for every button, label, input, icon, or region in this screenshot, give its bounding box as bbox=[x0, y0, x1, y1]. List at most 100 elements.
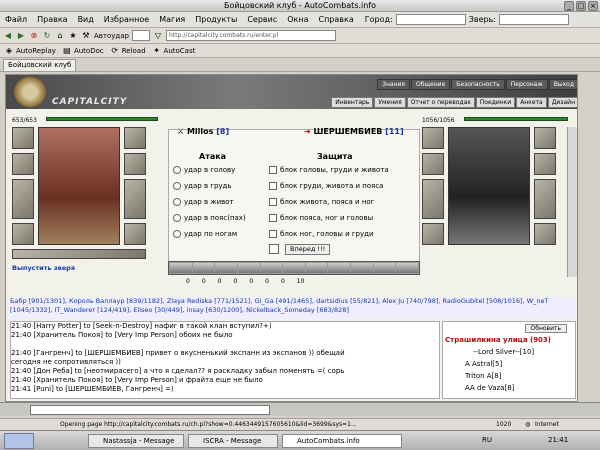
nav-profile[interactable]: Анкета bbox=[516, 97, 547, 108]
checkbox-icon[interactable] bbox=[269, 214, 277, 222]
reload-button[interactable]: ⟳ Reload bbox=[110, 46, 145, 56]
nav-skills[interactable]: Умения bbox=[374, 97, 406, 108]
autoudar-label[interactable]: Автоудар bbox=[94, 32, 129, 40]
defense-option[interactable]: блок груди, живота и пояса bbox=[269, 182, 383, 190]
chat-text[interactable]: [Дон Реба] to [неотмирасего] а что я сде… bbox=[33, 367, 344, 375]
checkbox-icon[interactable] bbox=[269, 230, 277, 238]
spell-slot[interactable] bbox=[237, 263, 260, 273]
radio-icon[interactable] bbox=[173, 198, 181, 206]
menu-file[interactable]: Файл bbox=[0, 15, 32, 24]
nav-inventory[interactable]: Инвентарь bbox=[331, 97, 374, 108]
defense-option[interactable]: блок пояса, ног и головы bbox=[269, 214, 373, 222]
helmet-slot[interactable] bbox=[422, 127, 444, 149]
nav-character[interactable]: Персонаж bbox=[505, 79, 548, 90]
radio-icon[interactable] bbox=[173, 230, 181, 238]
autodoc-button[interactable]: ▤ AutoDoc bbox=[62, 46, 104, 56]
refresh-icon[interactable]: ↻ bbox=[42, 31, 52, 41]
nav-transfers[interactable]: Отчет о переводах bbox=[406, 97, 475, 108]
spell-slot[interactable] bbox=[396, 263, 419, 273]
chat-text[interactable]: сегодня не сопротивляться )) bbox=[11, 358, 121, 366]
autoudar-select[interactable] bbox=[132, 30, 150, 41]
attack-option[interactable]: удар в голову bbox=[173, 166, 235, 174]
filter-icon[interactable]: ▽ bbox=[153, 31, 163, 41]
close-icon[interactable]: × bbox=[588, 1, 598, 11]
stop-icon[interactable]: ⊗ bbox=[29, 31, 39, 41]
forward-button[interactable]: Вперед !!! bbox=[285, 244, 331, 255]
checkbox-icon[interactable] bbox=[269, 198, 277, 206]
nav-chat[interactable]: Общение bbox=[410, 79, 451, 90]
task-nastassja[interactable]: Nastassja - Message bbox=[88, 434, 184, 448]
menu-view[interactable]: Вид bbox=[73, 15, 99, 24]
spell-slot[interactable] bbox=[170, 263, 192, 273]
right-fighter-name[interactable]: ШЕРШЕМБИЕВ bbox=[314, 127, 383, 136]
radio-icon[interactable] bbox=[173, 214, 181, 222]
weapon-slot[interactable] bbox=[12, 179, 34, 219]
defense-option[interactable]: блок живота, пояса и ног bbox=[269, 198, 374, 206]
left-fighter-name[interactable]: Millos bbox=[187, 127, 213, 136]
boots-slot[interactable] bbox=[534, 223, 556, 245]
menu-products[interactable]: Продукты bbox=[190, 15, 242, 24]
amulet-slot[interactable] bbox=[12, 153, 34, 175]
spell-slot[interactable] bbox=[351, 263, 373, 273]
amulet-slot[interactable] bbox=[422, 153, 444, 175]
nav-duels[interactable]: Поединки bbox=[475, 97, 516, 108]
home-icon[interactable]: ⌂ bbox=[55, 31, 65, 41]
spell-slot[interactable] bbox=[373, 263, 396, 273]
tab-fight-club[interactable]: Бойцовский клуб bbox=[3, 59, 77, 71]
menu-help[interactable]: Справка bbox=[313, 15, 358, 24]
defense-option[interactable]: блок ног, головы и груди bbox=[269, 230, 374, 238]
refresh-button[interactable]: Обновить bbox=[524, 324, 567, 333]
maximize-icon[interactable]: □ bbox=[576, 1, 586, 11]
radio-icon[interactable] bbox=[173, 166, 181, 174]
spell-slot[interactable] bbox=[215, 263, 237, 273]
chat-input[interactable] bbox=[30, 405, 270, 415]
nav-design[interactable]: Дизайн bbox=[547, 97, 577, 108]
minimize-icon[interactable]: _ bbox=[564, 1, 574, 11]
street-user[interactable]: AA de Vaza[8] bbox=[465, 384, 514, 392]
menu-edit[interactable]: Правка bbox=[32, 15, 72, 24]
chat-text[interactable]: [Гангренч] to [ШЕРШЕМБИЕВ] привет о вкус… bbox=[33, 349, 344, 357]
street-user[interactable]: Triton A[8] bbox=[465, 372, 501, 380]
street-user[interactable]: --Lord Silver--[10] bbox=[473, 348, 534, 356]
spell-slot[interactable] bbox=[283, 263, 305, 273]
armor-slot[interactable] bbox=[12, 223, 34, 245]
back-icon[interactable]: ◀ bbox=[3, 31, 13, 41]
task-autocombats[interactable]: AutoCombats.info bbox=[282, 434, 402, 448]
spell-slot[interactable] bbox=[328, 263, 351, 273]
shield-slot[interactable] bbox=[534, 179, 556, 219]
confirm-checkbox[interactable] bbox=[269, 244, 279, 254]
favorites-icon[interactable]: ★ bbox=[68, 31, 78, 41]
spell-slot[interactable] bbox=[192, 263, 215, 273]
beast-select[interactable] bbox=[498, 14, 569, 25]
spell-slot[interactable] bbox=[305, 263, 328, 273]
autocast-button[interactable]: ✦ AutoCast bbox=[152, 46, 195, 56]
defense-option[interactable]: блок головы, груди и живота bbox=[269, 166, 389, 174]
weapon-slot[interactable] bbox=[422, 179, 444, 219]
lang-indicator[interactable]: RU bbox=[482, 436, 492, 444]
forward-icon[interactable]: ▶ bbox=[16, 31, 26, 41]
attack-option[interactable]: удар по ногам bbox=[173, 230, 237, 238]
menu-magic[interactable]: Магия bbox=[154, 15, 190, 24]
gloves-slot[interactable] bbox=[124, 153, 146, 175]
nav-knowledge[interactable]: Знания bbox=[377, 79, 410, 90]
chat-text[interactable]: [Хранитель Покоя] to [Very Imp Person] о… bbox=[33, 331, 232, 339]
checkbox-icon[interactable] bbox=[269, 166, 277, 174]
belt-slot[interactable] bbox=[12, 249, 146, 259]
game-scrollbar[interactable] bbox=[567, 127, 577, 277]
autoreplay-button[interactable]: ◈ AutoReplay bbox=[4, 46, 56, 56]
menu-favorites[interactable]: Избранное bbox=[99, 15, 154, 24]
chat-text[interactable]: [Хранитель Покоя] to [Very Imp Person] и… bbox=[33, 376, 262, 384]
attack-option[interactable]: удар в живот bbox=[173, 198, 234, 206]
spell-slot[interactable] bbox=[260, 263, 283, 273]
menu-windows[interactable]: Окна bbox=[282, 15, 313, 24]
gloves-slot[interactable] bbox=[534, 153, 556, 175]
start-button[interactable] bbox=[4, 433, 34, 449]
attack-option[interactable]: удар в грудь bbox=[173, 182, 232, 190]
shield-slot[interactable] bbox=[124, 179, 146, 219]
menu-service[interactable]: Сервис bbox=[242, 15, 282, 24]
chat-text[interactable]: [Puni] to [ШЕРШЕМБИЕВ, Гангренч] =) bbox=[33, 385, 173, 393]
helmet-slot[interactable] bbox=[12, 127, 34, 149]
armor-slot[interactable] bbox=[422, 223, 444, 245]
ring-slot[interactable] bbox=[534, 127, 556, 149]
nav-exit[interactable]: Выход bbox=[548, 79, 577, 90]
